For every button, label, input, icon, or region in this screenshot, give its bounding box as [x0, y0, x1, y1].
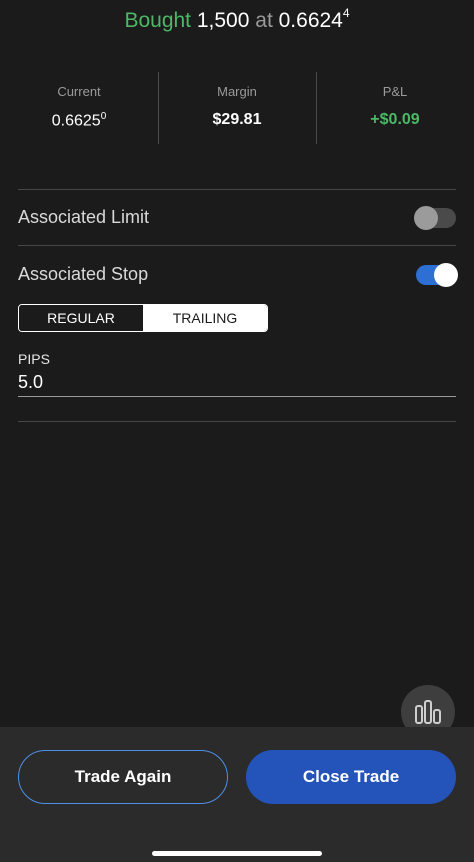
associated-stop-toggle[interactable] — [416, 263, 458, 287]
stat-pnl: P&L +$0.09 — [316, 72, 474, 144]
pips-input[interactable] — [18, 369, 456, 397]
stop-type-trailing[interactable]: TRAILING — [143, 305, 267, 331]
toggle-knob — [414, 206, 438, 230]
trade-summary-header: Bought 1,500 at 0.66244 — [0, 6, 474, 33]
trade-price: 0.66244 — [278, 6, 350, 32]
trade-detail-screen: Bought 1,500 at 0.66244 Current 0.66250 … — [0, 0, 474, 862]
stop-type-regular[interactable]: REGULAR — [19, 305, 143, 331]
trade-quantity: 1,500 — [196, 9, 250, 32]
close-trade-button[interactable]: Close Trade — [246, 750, 456, 804]
stat-margin-value: $29.81 — [212, 111, 262, 128]
stat-pnl-label: P&L — [382, 84, 408, 99]
bottom-action-bar: Trade Again Close Trade — [0, 727, 474, 862]
stat-pnl-value: +$0.09 — [370, 111, 420, 128]
home-indicator — [152, 851, 322, 856]
trade-again-button[interactable]: Trade Again — [18, 750, 228, 804]
stop-type-selector: REGULAR TRAILING — [18, 304, 268, 332]
pips-label: PIPS — [18, 351, 50, 367]
stat-current-label: Current — [57, 84, 101, 99]
stat-margin-label: Margin — [217, 84, 257, 99]
divider — [18, 189, 456, 190]
toggle-knob — [434, 263, 458, 287]
stat-current: Current 0.66250 — [0, 72, 158, 144]
stat-current-value: 0.66250 — [51, 111, 107, 130]
trade-direction: Bought — [124, 9, 192, 32]
divider — [18, 421, 456, 422]
stat-margin: Margin $29.81 — [158, 72, 316, 144]
trade-price-pipette: 4 — [342, 6, 350, 20]
at-label: at — [255, 9, 273, 32]
associated-limit-label: Associated Limit — [18, 207, 150, 227]
associated-limit-toggle[interactable] — [414, 206, 456, 230]
trade-stats: Current 0.66250 Margin $29.81 P&L +$0.09 — [0, 72, 474, 144]
associated-stop-label: Associated Stop — [18, 264, 149, 284]
bar-chart-icon — [415, 700, 441, 724]
divider — [18, 245, 456, 246]
